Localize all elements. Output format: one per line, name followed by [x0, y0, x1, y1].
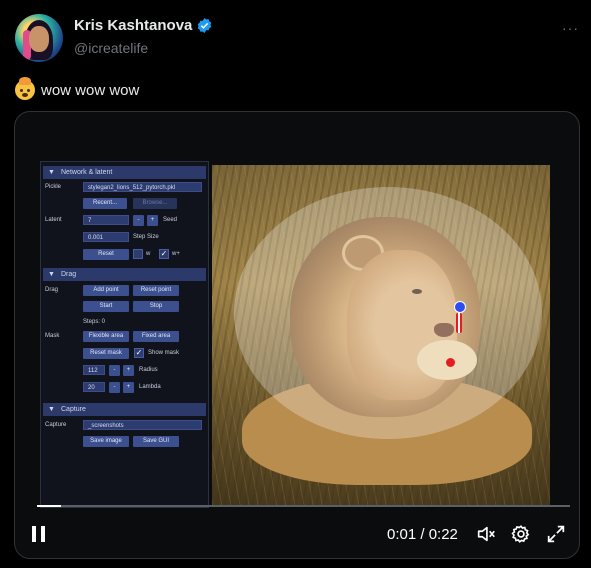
step-size-label: Step Size — [133, 234, 159, 240]
video-progress-fill — [37, 505, 61, 507]
radius-field[interactable]: 112 — [83, 365, 105, 375]
verified-badge-icon — [198, 18, 212, 33]
author-name-row: Kris Kashtanova — [74, 17, 213, 34]
video-player[interactable]: ▼ Network & latent Pickle stylegan2_lions… — [14, 111, 580, 559]
reset-point-button[interactable]: Reset point — [133, 285, 179, 296]
save-image-button[interactable]: Save image — [83, 436, 129, 447]
section-capture[interactable]: ▼ Capture — [43, 403, 206, 416]
seed-plus-button[interactable]: + — [147, 215, 158, 226]
section-drag[interactable]: ▼ Drag — [43, 268, 206, 281]
more-options-icon[interactable]: ··· — [562, 20, 579, 36]
lion-image-canvas[interactable] — [212, 165, 550, 505]
author-avatar[interactable] — [15, 14, 63, 62]
steps-text: Steps: 0 — [83, 319, 106, 325]
author-name[interactable]: Kris Kashtanova — [74, 17, 192, 34]
handle-point-icon[interactable] — [446, 358, 455, 367]
reset-mask-button[interactable]: Reset mask — [83, 348, 129, 359]
step-size-field[interactable]: 0.001 — [83, 232, 129, 242]
target-point-icon[interactable] — [454, 301, 466, 313]
w-label: w — [146, 251, 151, 257]
show-mask-label: Show mask — [148, 350, 180, 356]
save-gui-button[interactable]: Save GUI — [133, 436, 179, 447]
fixed-area-button[interactable]: Fixed area — [133, 331, 179, 342]
capture-label: Capture — [45, 422, 67, 428]
lambda-field[interactable]: 20 — [83, 382, 105, 392]
seed-minus-button[interactable]: - — [133, 215, 144, 226]
drag-label: Drag — [45, 287, 59, 293]
add-point-button[interactable]: Add point — [83, 285, 129, 296]
start-button[interactable]: Start — [83, 301, 129, 312]
radius-plus-button[interactable]: + — [123, 365, 134, 376]
wplus-checkbox[interactable]: ✓ — [159, 249, 169, 259]
exploding-head-icon — [15, 77, 35, 100]
reset-latent-button[interactable]: Reset — [83, 249, 129, 260]
flexible-area-button[interactable]: Flexible area — [83, 331, 129, 342]
recent-button[interactable]: Recent... — [83, 198, 127, 209]
author-handle[interactable]: @icreatelife — [74, 40, 148, 56]
mask-overlay — [234, 187, 542, 439]
lambda-label: Lambda — [139, 384, 161, 390]
mask-label: Mask — [45, 333, 60, 339]
w-checkbox[interactable] — [133, 249, 143, 259]
pause-icon[interactable] — [29, 524, 49, 544]
drag-arrow-line — [458, 311, 460, 333]
tweet-body: wow wow wow — [41, 81, 140, 99]
latent-label: Latent — [45, 217, 62, 223]
lambda-minus-button[interactable]: - — [109, 382, 120, 393]
draggan-gui-panel: ▼ Network & latent Pickle stylegan2_lions… — [40, 161, 209, 508]
video-progress-bar[interactable] — [37, 505, 570, 507]
capture-path-field[interactable]: _screenshots — [83, 420, 202, 430]
section-drag-label: Drag — [61, 271, 77, 278]
pickle-field[interactable]: stylegan2_lions_512_pytorch.pkl — [83, 182, 202, 192]
lambda-plus-button[interactable]: + — [123, 382, 134, 393]
section-capture-label: Capture — [61, 406, 86, 413]
seed-field[interactable]: 7 — [83, 215, 129, 225]
stop-button[interactable]: Stop — [133, 301, 179, 312]
show-mask-checkbox[interactable]: ✓ — [134, 348, 144, 358]
radius-minus-button[interactable]: - — [109, 365, 120, 376]
mute-icon[interactable] — [475, 523, 497, 545]
avatar-face — [29, 26, 49, 52]
tweet-text: wow wow wow — [15, 77, 140, 100]
browse-button[interactable]: Browse... — [133, 198, 177, 209]
section-network-latent[interactable]: ▼ Network & latent — [43, 166, 206, 179]
pickle-label: Pickle — [45, 184, 62, 190]
fullscreen-icon[interactable] — [545, 523, 567, 545]
settings-gear-icon[interactable] — [510, 523, 532, 545]
seed-label: Seed — [163, 217, 178, 223]
radius-label: Radius — [139, 367, 158, 373]
wplus-label: w+ — [172, 251, 180, 257]
video-time: 0:01 / 0:22 — [387, 526, 458, 543]
section-network-label: Network & latent — [61, 169, 113, 176]
